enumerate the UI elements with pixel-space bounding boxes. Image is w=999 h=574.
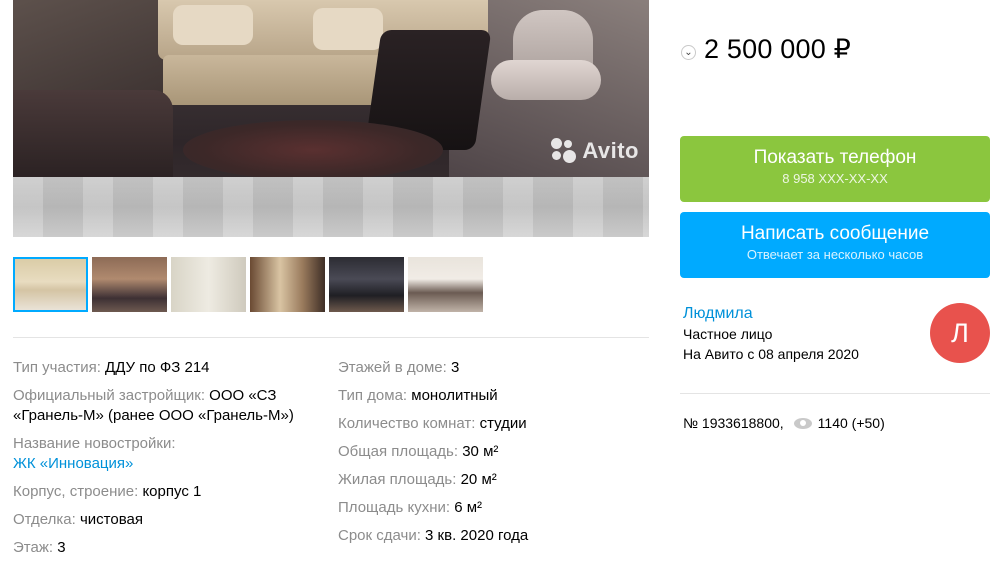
param-key: Корпус, строение: [13,483,143,500]
param-value: ДДУ по ФЗ 214 [105,359,210,376]
param-value: 3 [57,539,66,556]
show-phone-label: Показать телефон [753,147,917,168]
params-column-2: Этажей в доме: 3 Тип дома: монолитный Ко… [338,358,648,554]
param-house-type: Тип дома: монолитный [338,386,648,406]
param-complex-name: Название новостройки: ЖК «Инновация» [13,434,328,474]
avatar[interactable]: Л [930,303,990,363]
param-key: Название новостройки: [13,435,176,452]
param-finishing: Отделка: чистовая [13,510,328,530]
main-photo[interactable]: Avito [13,0,649,237]
thumbnail-5[interactable] [329,257,404,312]
param-living-area: Жилая площадь: 20 м² [338,470,648,490]
response-time: Отвечает за несколько часов [746,247,924,262]
thumbnail-3[interactable] [171,257,246,312]
param-key: Общая площадь: [338,443,463,460]
param-key: Жилая площадь: [338,471,461,488]
param-value: 30 м² [462,443,499,460]
avito-watermark: Avito [551,138,639,164]
thumbnail-2[interactable] [92,257,167,312]
param-key: Площадь кухни: [338,499,455,516]
param-participation: Тип участия: ДДУ по ФЗ 214 [13,358,328,378]
param-total-area: Общая площадь: 30 м² [338,442,648,462]
write-message-button[interactable]: Написать сообщение Отвечает за несколько… [680,212,990,278]
photo-rug [183,120,443,180]
param-key: Этажей в доме: [338,359,451,376]
param-value: 6 м² [454,499,483,516]
thumbnail-4[interactable] [250,257,325,312]
thumbnail-6[interactable] [408,257,483,312]
param-developer: Официальный застройщик: ООО «СЗ «Гранель… [13,386,328,426]
params-column-1: Тип участия: ДДУ по ФЗ 214 Официальный з… [13,358,328,566]
sidebar-divider [680,393,990,394]
avito-logo-icon [551,138,577,164]
thumbnail-strip [13,257,483,312]
phone-masked: 8 958 XXX-XX-XX [782,171,888,186]
watermark-text: Avito [582,138,639,163]
price-row: ⌄ 2 500 000 ₽ [681,34,851,65]
param-value: 20 м² [460,471,497,488]
show-phone-button[interactable]: Показать телефон 8 958 XXX-XX-XX [680,136,990,202]
seller-name-link[interactable]: Людмила [683,305,753,322]
param-key: Количество комнат: [338,415,480,432]
thumbnail-1[interactable] [13,257,88,312]
listing-meta: № 1933618800, 1140 (+50) [683,415,885,431]
param-value: 3 [450,359,460,376]
param-value: корпус 1 [142,483,202,500]
param-value: студии [479,415,527,432]
view-count: 1140 (+50) [817,415,885,431]
listing-number: № 1933618800, [683,415,784,431]
seller-type: Частное лицо [683,326,773,342]
blurred-region [13,177,649,237]
eye-icon [793,417,812,429]
photo-pillow [173,5,253,45]
param-rooms: Количество комнат: студии [338,414,648,434]
write-message-label: Написать сообщение [740,223,930,244]
param-floor: Этаж: 3 [13,538,328,558]
chevron-down-icon[interactable]: ⌄ [681,45,696,60]
complex-link[interactable]: ЖК «Инновация» [13,454,328,474]
seller-since: На Авито с 08 апреля 2020 [683,346,859,362]
param-key: Отделка: [13,511,80,528]
param-key: Тип участия: [13,359,106,376]
param-completion: Срок сдачи: 3 кв. 2020 года [338,526,648,546]
param-building: Корпус, строение: корпус 1 [13,482,328,502]
param-floors-total: Этажей в доме: 3 [338,358,648,378]
param-key: Официальный застройщик: [13,387,210,404]
seller-info: Людмила Частное лицо На Авито с 08 апрел… [683,303,859,364]
param-key: Тип дома: [338,387,412,404]
photo-pillow [313,8,383,50]
param-value: чистовая [79,511,143,528]
param-value: 3 кв. 2020 года [425,527,529,544]
param-key: Этаж: [13,539,58,556]
param-key: Срок сдачи: [338,527,426,544]
param-kitchen-area: Площадь кухни: 6 м² [338,498,648,518]
param-value: монолитный [411,387,498,404]
photo-sofa-left [13,90,173,180]
section-divider [13,337,649,338]
price-value: 2 500 000 ₽ [704,34,851,64]
photo-chair-seat [491,60,601,100]
